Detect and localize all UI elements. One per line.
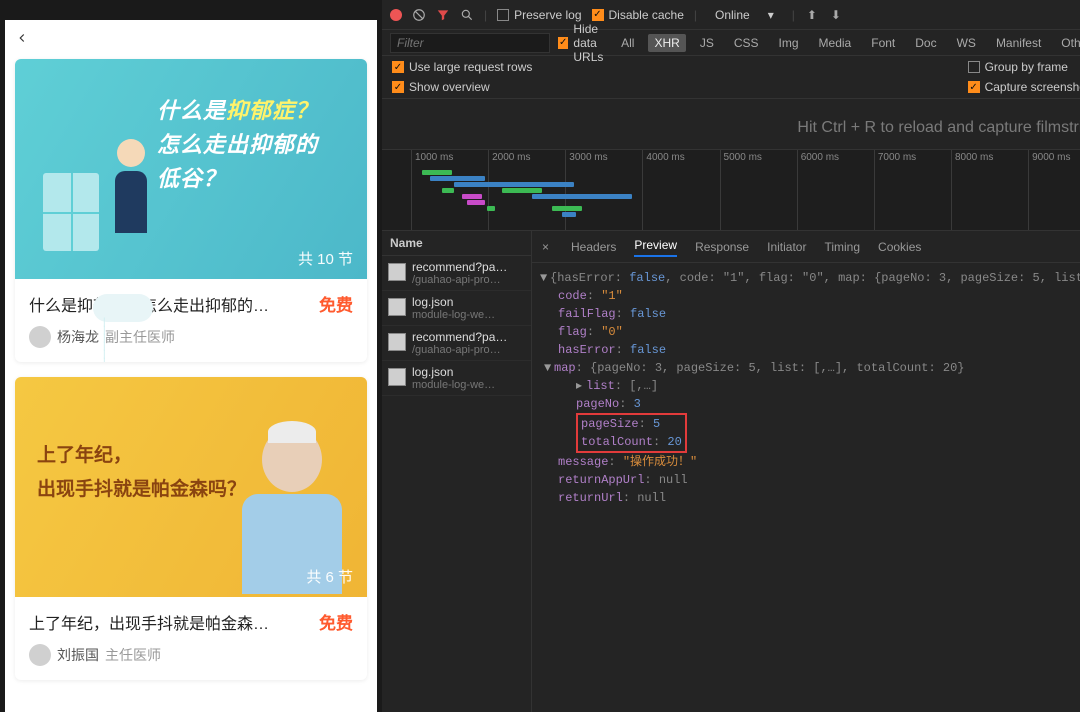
filter-type-other[interactable]: Other — [1055, 34, 1080, 52]
request-row[interactable]: recommend?pa…/guahao-api-pro… — [382, 256, 531, 291]
timeline-tick: 8000 ms — [951, 150, 1028, 231]
devtools-panel: | Preserve log ✓Disable cache | Online▾ … — [382, 0, 1080, 712]
filter-type-font[interactable]: Font — [865, 34, 901, 52]
tab-headers[interactable]: Headers — [571, 238, 616, 256]
record-indicator-icon[interactable] — [390, 9, 402, 21]
course-hero: 上了年纪， 出现手抖就是帕金森吗？ 共 6 节 — [15, 377, 367, 597]
filter-type-manifest[interactable]: Manifest — [990, 34, 1047, 52]
throttling-select[interactable]: Online▾ — [707, 7, 782, 23]
course-body: 什么是抑郁症？怎么走出抑郁的… 免费 杨海龙 副主任医师 — [15, 279, 367, 362]
tab-timing[interactable]: Timing — [824, 238, 860, 256]
back-button[interactable] — [5, 20, 377, 59]
course-card[interactable]: | | | || | | 什么是抑郁症？ 怎么走出抑郁的 低谷？ 共 10 节 … — [15, 59, 367, 362]
request-list: Name recommend?pa…/guahao-api-pro… log.j… — [382, 231, 532, 712]
timeline-tick: 9000 ms — [1028, 150, 1080, 231]
file-icon — [388, 368, 406, 386]
request-row[interactable]: log.jsonmodule-log-we… — [382, 361, 531, 396]
filter-type-img[interactable]: Img — [773, 34, 805, 52]
close-icon[interactable]: × — [542, 240, 549, 254]
reload-hint: Hit Ctrl + R to reload and capture films… — [382, 99, 1080, 149]
author-title: 主任医师 — [105, 645, 161, 665]
file-icon — [388, 298, 406, 316]
chevron-down-icon: ▾ — [768, 8, 774, 22]
filter-input[interactable] — [390, 33, 550, 53]
filter-type-js[interactable]: JS — [694, 34, 720, 52]
highlighted-json: pageSize: 5totalCount: 20 — [576, 413, 687, 453]
request-detail: × Headers Preview Response Initiator Tim… — [532, 231, 1080, 712]
filter-type-doc[interactable]: Doc — [909, 34, 942, 52]
course-body: 上了年纪，出现手抖就是帕金森… 免费 刘振国 主任医师 — [15, 597, 367, 680]
download-icon[interactable]: ⬇ — [829, 8, 843, 22]
group-by-frame-checkbox[interactable]: Group by frame — [968, 60, 1080, 74]
author-row: 杨海龙 副主任医师 — [29, 326, 353, 348]
tab-preview[interactable]: Preview — [634, 236, 677, 257]
file-icon — [388, 263, 406, 281]
course-title: 上了年纪，出现手抖就是帕金森… — [29, 610, 269, 634]
course-hero: | | | || | | 什么是抑郁症？ 怎么走出抑郁的 低谷？ 共 10 节 — [15, 59, 367, 279]
hero-text: 什么是抑郁症？ 怎么走出抑郁的 低谷？ — [157, 94, 347, 196]
search-icon[interactable] — [460, 8, 474, 22]
course-price: 免费 — [319, 609, 353, 634]
tab-cookies[interactable]: Cookies — [878, 238, 921, 256]
avatar — [29, 326, 51, 348]
name-column-header[interactable]: Name — [382, 231, 531, 256]
filter-type-all[interactable]: All — [615, 34, 640, 52]
show-overview-checkbox[interactable]: ✓Show overview — [392, 80, 532, 94]
tab-initiator[interactable]: Initiator — [767, 238, 806, 256]
timeline-tick: 5000 ms — [720, 150, 797, 231]
mobile-frame: | | | || | | 什么是抑郁症？ 怎么走出抑郁的 低谷？ 共 10 节 … — [5, 20, 377, 712]
lesson-count: 共 6 节 — [306, 566, 353, 587]
mobile-preview-panel: | | | || | | 什么是抑郁症？ 怎么走出抑郁的 低谷？ 共 10 节 … — [0, 0, 382, 712]
request-row[interactable]: recommend?pa…/guahao-api-pro… — [382, 326, 531, 361]
lesson-count: 共 10 节 — [298, 248, 353, 269]
author-name: 刘振国 — [57, 645, 99, 665]
filter-type-css[interactable]: CSS — [728, 34, 765, 52]
clear-icon[interactable] — [412, 8, 426, 22]
avatar — [29, 644, 51, 666]
preserve-log-checkbox[interactable]: Preserve log — [497, 8, 581, 22]
filter-type-media[interactable]: Media — [813, 34, 858, 52]
author-title: 副主任医师 — [105, 327, 175, 347]
timeline-tick: 7000 ms — [874, 150, 951, 231]
timeline-tick: 3000 ms — [565, 150, 642, 231]
timeline-tick: 4000 ms — [642, 150, 719, 231]
author-name: 杨海龙 — [57, 327, 99, 347]
devtools-options: ✓Use large request rows ✓Show overview G… — [382, 56, 1080, 99]
capture-screenshots-checkbox[interactable]: ✓Capture screenshots — [968, 80, 1080, 94]
json-preview[interactable]: ▼{hasError: false, code: "1", flag: "0",… — [532, 263, 1080, 513]
use-large-rows-checkbox[interactable]: ✓Use large request rows — [392, 60, 532, 74]
devtools-toolbar: | Preserve log ✓Disable cache | Online▾ … — [382, 0, 1080, 30]
filter-icon[interactable] — [436, 8, 450, 22]
course-card[interactable]: 上了年纪， 出现手抖就是帕金森吗？ 共 6 节 上了年纪，出现手抖就是帕金森… … — [15, 377, 367, 680]
devtools-filterbar: ✓Hide data URLs All XHR JS CSS Img Media… — [382, 30, 1080, 56]
course-price: 免费 — [319, 291, 353, 316]
author-row: 刘振国 主任医师 — [29, 644, 353, 666]
upload-icon[interactable]: ⬆ — [805, 8, 819, 22]
network-timeline[interactable]: 1000 ms 2000 ms 3000 ms 4000 ms 5000 ms … — [382, 149, 1080, 231]
hero-text: 上了年纪， 出现手抖就是帕金森吗？ — [37, 439, 246, 507]
filter-type-xhr[interactable]: XHR — [648, 34, 685, 52]
detail-tabs: × Headers Preview Response Initiator Tim… — [532, 231, 1080, 263]
file-icon — [388, 333, 406, 351]
tab-response[interactable]: Response — [695, 238, 749, 256]
timeline-tick: 6000 ms — [797, 150, 874, 231]
filter-type-ws[interactable]: WS — [951, 34, 982, 52]
request-row[interactable]: log.jsonmodule-log-we… — [382, 291, 531, 326]
disable-cache-checkbox[interactable]: ✓Disable cache — [592, 8, 684, 22]
